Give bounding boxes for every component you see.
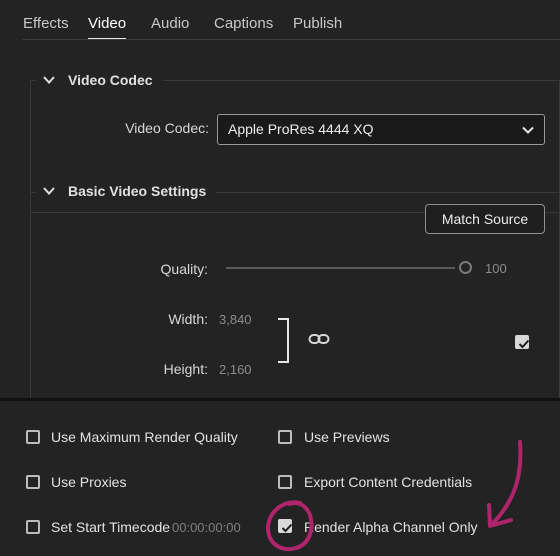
export-options-panel: Use Maximum Render Quality Use Previews … [0,401,560,556]
width-value[interactable]: 3,840 [219,312,252,327]
use-proxies-checkbox[interactable] [26,475,40,489]
quality-value: 100 [485,261,507,276]
video-codec-label: Video Codec: [125,120,209,136]
tab-captions[interactable]: Captions [214,15,273,32]
width-label: Width: [168,311,208,327]
render-alpha-label[interactable]: Render Alpha Channel Only [304,519,478,535]
content-credentials-checkbox[interactable] [278,475,292,489]
tab-video[interactable]: Video [88,15,126,32]
video-settings-panel[interactable]: Video Codec Video Codec: Apple ProRes 44… [0,40,560,398]
height-label: Height: [163,361,208,377]
chevron-down-icon[interactable] [42,184,56,198]
tab-bar: Effects Video Audio Captions Publish [0,0,560,40]
quality-slider-thumb[interactable] [459,261,472,274]
max-render-quality-label[interactable]: Use Maximum Render Quality [51,429,238,445]
use-proxies-label[interactable]: Use Proxies [51,474,126,490]
max-render-quality-checkbox[interactable] [26,430,40,444]
basic-video-settings-title: Basic Video Settings [68,183,207,199]
start-timecode-label[interactable]: Set Start Timecode [51,519,170,535]
checkmark-icon [518,339,530,349]
checkmark-icon [281,523,293,533]
video-codec-header[interactable]: Video Codec [36,70,163,90]
tab-audio[interactable]: Audio [151,15,189,32]
content-credentials-label[interactable]: Export Content Credentials [304,474,472,490]
frame-size-checkbox[interactable] [515,335,530,349]
tab-publish[interactable]: Publish [293,15,342,32]
render-alpha-checkbox[interactable] [278,519,293,533]
link-icon[interactable] [308,332,330,346]
chevron-down-icon[interactable] [42,73,56,87]
video-codec-select[interactable]: Apple ProRes 4444 XQ [217,114,545,145]
basic-video-settings-header[interactable]: Basic Video Settings [36,181,217,201]
tab-effects[interactable]: Effects [23,15,69,32]
quality-label: Quality: [160,261,208,277]
match-source-button[interactable]: Match Source [425,204,545,234]
start-timecode-value[interactable]: 00:00:00:00 [172,520,241,535]
use-previews-label[interactable]: Use Previews [304,429,390,445]
video-codec-value: Apple ProRes 4444 XQ [228,121,374,137]
use-previews-checkbox[interactable] [278,430,292,444]
dimension-link-bracket [278,318,289,363]
quality-slider-track[interactable] [226,267,455,269]
height-value[interactable]: 2,160 [219,362,252,377]
video-codec-title: Video Codec [68,72,153,88]
chevron-down-icon [522,126,534,134]
start-timecode-checkbox[interactable] [26,520,40,534]
